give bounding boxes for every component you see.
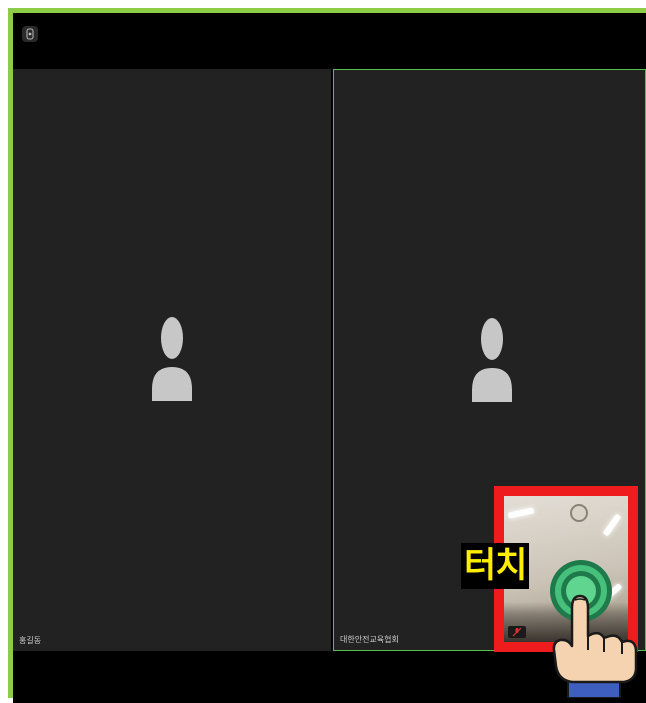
- participant-name: 홍길동: [19, 636, 42, 645]
- participant-name: 대한안전교육협회: [340, 635, 399, 644]
- mic-muted-icon: [508, 626, 526, 638]
- person-silhouette-icon: [472, 318, 512, 402]
- touch-annotation-label: 터치: [461, 543, 530, 589]
- person-silhouette-icon: [152, 317, 192, 401]
- pointing-hand-icon: [552, 594, 638, 698]
- camera-switch-icon[interactable]: [22, 26, 38, 42]
- participant-tile[interactable]: 홍길동: [13, 69, 331, 651]
- top-bar: [13, 13, 646, 69]
